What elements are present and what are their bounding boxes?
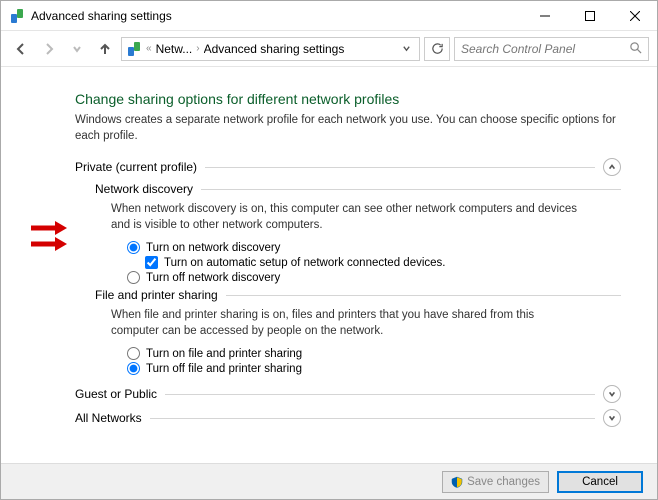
breadcrumb-2[interactable]: Advanced sharing settings bbox=[204, 42, 345, 56]
minimize-button[interactable] bbox=[522, 1, 567, 30]
forward-button[interactable] bbox=[37, 37, 61, 61]
page-title: Change sharing options for different net… bbox=[75, 91, 621, 107]
search-icon bbox=[629, 41, 642, 57]
section-guest-label: Guest or Public bbox=[75, 387, 157, 401]
file-printer-desc: When file and printer sharing is on, fil… bbox=[95, 308, 585, 339]
chevron-down-icon[interactable] bbox=[603, 385, 621, 403]
location-icon bbox=[126, 41, 142, 57]
maximize-button[interactable] bbox=[567, 1, 612, 30]
radio-turn-off-network-discovery[interactable]: Turn off network discovery bbox=[127, 271, 621, 284]
footer-bar: Save changes Cancel bbox=[1, 463, 657, 499]
divider bbox=[205, 167, 595, 168]
cancel-button[interactable]: Cancel bbox=[557, 471, 643, 493]
address-bar[interactable]: « Netw... › Advanced sharing settings bbox=[121, 37, 420, 61]
radio-turn-on-network-discovery[interactable]: Turn on network discovery bbox=[127, 241, 621, 254]
sub-file-printer-sharing: File and printer sharing When file and p… bbox=[75, 288, 621, 375]
radio-input[interactable] bbox=[127, 241, 140, 254]
save-label: Save changes bbox=[467, 476, 540, 488]
radio-input[interactable] bbox=[127, 362, 140, 375]
checkbox-auto-setup[interactable]: Turn on automatic setup of network conne… bbox=[127, 256, 621, 269]
section-private-header[interactable]: Private (current profile) bbox=[75, 158, 621, 176]
radio-input[interactable] bbox=[127, 347, 140, 360]
title-bar: Advanced sharing settings bbox=[1, 1, 657, 31]
network-discovery-desc: When network discovery is on, this compu… bbox=[95, 202, 585, 233]
chevron-down-icon[interactable] bbox=[603, 409, 621, 427]
sub-network-discovery-header: Network discovery bbox=[95, 182, 621, 196]
annotation-arrow-icon bbox=[29, 219, 69, 237]
file-printer-options: Turn on file and printer sharing Turn of… bbox=[95, 347, 621, 375]
divider bbox=[150, 418, 595, 419]
back-button[interactable] bbox=[9, 37, 33, 61]
sub-network-discovery: Network discovery When network discovery… bbox=[75, 182, 621, 284]
recent-locations-button[interactable] bbox=[65, 37, 89, 61]
divider bbox=[165, 394, 595, 395]
close-button[interactable] bbox=[612, 1, 657, 30]
section-all-header[interactable]: All Networks bbox=[75, 409, 621, 427]
section-all-networks: All Networks bbox=[75, 409, 621, 427]
search-input[interactable]: Search Control Panel bbox=[454, 37, 649, 61]
sub-network-discovery-label: Network discovery bbox=[95, 182, 193, 196]
section-private: Private (current profile) Network discov… bbox=[75, 158, 621, 375]
breadcrumb-sep-icon: « bbox=[146, 43, 152, 54]
network-discovery-options: Turn on network discovery Turn on automa… bbox=[95, 241, 621, 284]
breadcrumb-1[interactable]: Netw... bbox=[156, 42, 193, 56]
window-title: Advanced sharing settings bbox=[31, 9, 522, 23]
section-guest-public: Guest or Public bbox=[75, 385, 621, 403]
radio-turn-off-file-sharing[interactable]: Turn off file and printer sharing bbox=[127, 362, 621, 375]
address-dropdown-icon[interactable] bbox=[397, 42, 415, 56]
window-controls bbox=[522, 1, 657, 30]
shield-icon bbox=[451, 476, 463, 488]
chevron-right-icon[interactable]: › bbox=[196, 43, 199, 54]
checkbox-input[interactable] bbox=[145, 256, 158, 269]
sub-file-printer-label: File and printer sharing bbox=[95, 288, 218, 302]
chevron-up-icon[interactable] bbox=[603, 158, 621, 176]
control-panel-icon bbox=[9, 8, 25, 24]
section-all-label: All Networks bbox=[75, 411, 142, 425]
radio-turn-on-file-sharing[interactable]: Turn on file and printer sharing bbox=[127, 347, 621, 360]
divider bbox=[201, 189, 621, 190]
save-changes-button[interactable]: Save changes bbox=[442, 471, 549, 493]
content-area: Change sharing options for different net… bbox=[1, 67, 657, 463]
radio-input[interactable] bbox=[127, 271, 140, 284]
annotation-arrow-icon bbox=[29, 235, 69, 253]
search-placeholder: Search Control Panel bbox=[461, 42, 575, 56]
refresh-button[interactable] bbox=[424, 37, 450, 61]
divider bbox=[226, 295, 621, 296]
section-private-label: Private (current profile) bbox=[75, 160, 197, 174]
section-guest-header[interactable]: Guest or Public bbox=[75, 385, 621, 403]
up-button[interactable] bbox=[93, 37, 117, 61]
nav-bar: « Netw... › Advanced sharing settings Se… bbox=[1, 31, 657, 67]
page-intro: Windows creates a separate network profi… bbox=[75, 113, 621, 144]
cancel-label: Cancel bbox=[582, 476, 618, 488]
sub-file-printer-header: File and printer sharing bbox=[95, 288, 621, 302]
